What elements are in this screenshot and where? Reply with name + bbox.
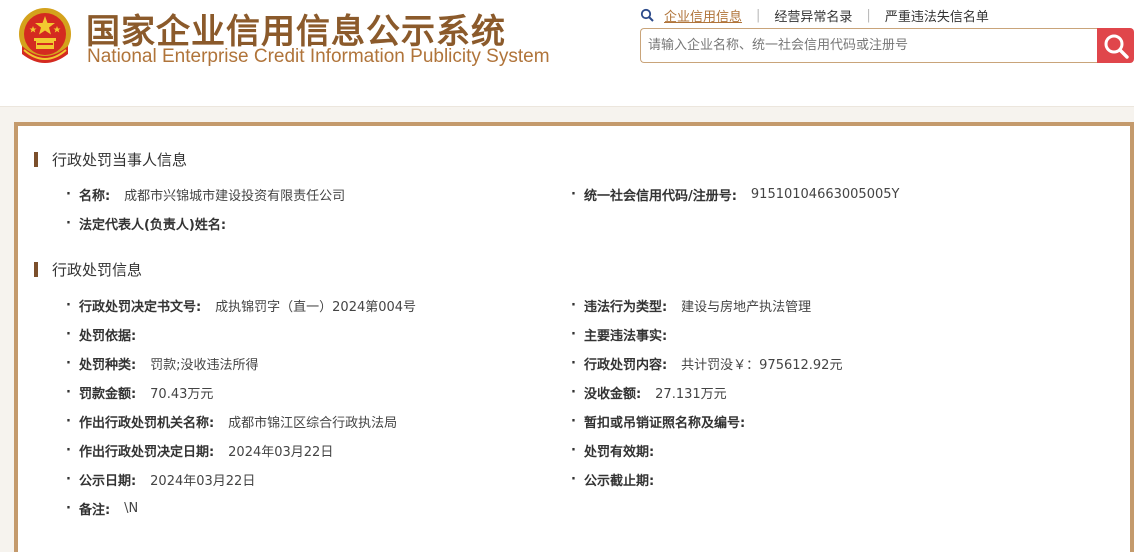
field-value: \N bbox=[124, 500, 139, 516]
national-emblem-icon bbox=[19, 8, 71, 63]
field-value: 罚款;没收违法所得 bbox=[150, 357, 259, 373]
field-authority: · 作出行政处罚机关名称: 成都市锦江区综合行政执法局 bbox=[66, 413, 398, 431]
field-license-suspension: · 暂扣或吊销证照名称及编号: bbox=[571, 413, 746, 431]
nav-separator: | bbox=[866, 7, 871, 23]
field-label: 作出行政处罚机关名称: bbox=[78, 415, 215, 431]
field-label: 暂扣或吊销证照名称及编号: bbox=[583, 415, 746, 431]
search-button[interactable] bbox=[1097, 28, 1134, 63]
field-label: 备注: bbox=[78, 502, 111, 518]
field-penalty-content: · 行政处罚内容: 共计罚没￥：975612.92元 bbox=[571, 355, 843, 373]
field-main-facts: · 主要违法事实: bbox=[571, 326, 668, 344]
site-header: 国家企业信用信息公示系统 National Enterprise Credit … bbox=[0, 0, 1134, 106]
field-label: 处罚种类: bbox=[78, 357, 137, 373]
field-label: 没收金额: bbox=[583, 386, 642, 402]
search-field bbox=[640, 28, 1097, 63]
search-icon bbox=[1104, 34, 1129, 59]
field-publicity-date: · 公示日期: 2024年03月22日 bbox=[66, 471, 256, 489]
field-label: 公示截止期: bbox=[583, 473, 655, 489]
field-value: 70.43万元 bbox=[150, 386, 214, 402]
field-label: 统一社会信用代码/注册号: bbox=[583, 188, 737, 204]
search-input[interactable] bbox=[648, 29, 1097, 62]
field-value: 建设与房地产执法管理 bbox=[681, 299, 812, 315]
field-label: 罚款金额: bbox=[78, 386, 137, 402]
nav-separator: | bbox=[756, 7, 761, 23]
field-label: 作出行政处罚决定日期: bbox=[78, 444, 215, 460]
field-label: 行政处罚内容: bbox=[583, 357, 668, 373]
field-validity-period: · 处罚有效期: bbox=[571, 442, 655, 460]
field-label: 处罚有效期: bbox=[583, 444, 655, 460]
field-label: 名称: bbox=[78, 188, 111, 204]
field-label: 公示日期: bbox=[78, 473, 137, 489]
field-decision-number: · 行政处罚决定书文号: 成执锦罚字（直一）2024第004号 bbox=[66, 297, 417, 315]
field-legal-rep: · 法定代表人(负责人)姓名: bbox=[66, 215, 227, 233]
field-violation-type: · 违法行为类型: 建设与房地产执法管理 bbox=[571, 297, 812, 315]
field-value: 成执锦罚字（直一）2024第004号 bbox=[215, 299, 417, 315]
search-icon bbox=[640, 8, 654, 22]
field-label: 主要违法事实: bbox=[583, 328, 668, 344]
field-confiscation-amount: · 没收金额: 27.131万元 bbox=[571, 384, 727, 402]
section-title-party: 行政处罚当事人信息 bbox=[34, 149, 187, 169]
nav-link-serious-violation-list[interactable]: 严重违法失信名单 bbox=[885, 6, 989, 25]
field-remarks: · 备注: \N bbox=[66, 500, 139, 518]
field-value: 成都市锦江区综合行政执法局 bbox=[228, 415, 398, 431]
field-label: 处罚依据: bbox=[78, 328, 137, 344]
site-title-en: National Enterprise Credit Information P… bbox=[87, 46, 550, 67]
field-fine-amount: · 罚款金额: 70.43万元 bbox=[66, 384, 214, 402]
field-decision-date: · 作出行政处罚决定日期: 2024年03月22日 bbox=[66, 442, 334, 460]
field-publicity-end-date: · 公示截止期: bbox=[571, 471, 655, 489]
section-title-text: 行政处罚信息 bbox=[52, 260, 143, 279]
field-value: 2024年03月22日 bbox=[228, 444, 334, 460]
field-label: 行政处罚决定书文号: bbox=[78, 299, 202, 315]
field-penalty-basis: · 处罚依据: bbox=[66, 326, 137, 344]
section-title-text: 行政处罚当事人信息 bbox=[52, 150, 188, 169]
field-label: 违法行为类型: bbox=[583, 299, 668, 315]
field-penalty-type: · 处罚种类: 罚款;没收违法所得 bbox=[66, 355, 259, 373]
top-nav: 企业信用信息 | 经营异常名录 | 严重违法失信名单 bbox=[640, 5, 989, 25]
nav-link-abnormal-list[interactable]: 经营异常名录 bbox=[774, 6, 852, 25]
nav-link-credit-info[interactable]: 企业信用信息 bbox=[664, 6, 742, 25]
field-value: 91510104663005005Y bbox=[750, 186, 900, 202]
section-marker bbox=[34, 261, 38, 277]
field-value: 成都市兴锦城市建设投资有限责任公司 bbox=[124, 188, 346, 204]
field-value: 27.131万元 bbox=[655, 386, 727, 402]
field-name: · 名称: 成都市兴锦城市建设投资有限责任公司 bbox=[66, 186, 346, 204]
section-title-penalty: 行政处罚信息 bbox=[34, 259, 142, 279]
field-value: 共计罚没￥：975612.92元 bbox=[681, 357, 843, 373]
field-value: 2024年03月22日 bbox=[150, 473, 256, 489]
field-label: 法定代表人(负责人)姓名: bbox=[78, 217, 227, 233]
section-marker bbox=[34, 151, 38, 167]
field-credit-code: · 统一社会信用代码/注册号: 91510104663005005Y bbox=[571, 186, 900, 204]
